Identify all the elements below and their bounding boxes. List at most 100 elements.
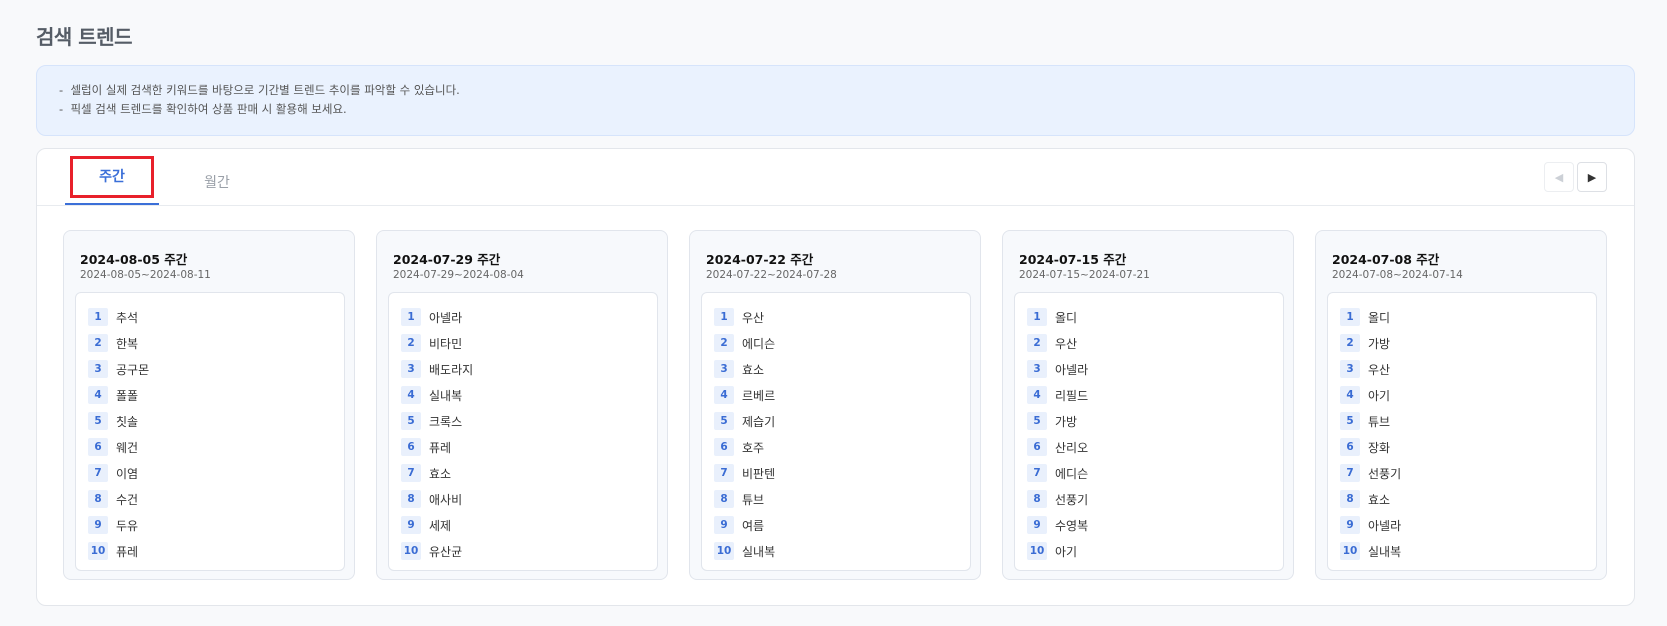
keyword-rank-item[interactable]: 3 아넬라 <box>1027 356 1271 382</box>
keyword-rank-item[interactable]: 1 우산 <box>714 304 958 330</box>
keyword-label: 산리오 <box>1055 440 1089 455</box>
keyword-rank-item[interactable]: 10 실내복 <box>1340 538 1584 564</box>
keyword-label: 리필드 <box>1055 388 1089 403</box>
rank-number-badge: 4 <box>88 386 108 404</box>
keyword-rank-item[interactable]: 8 애사비 <box>401 486 645 512</box>
keyword-rank-item[interactable]: 3 효소 <box>714 356 958 382</box>
tab-monthly[interactable]: 월간 <box>187 159 247 205</box>
rank-number-badge: 4 <box>1340 386 1360 404</box>
keyword-label: 효소 <box>742 362 765 377</box>
keyword-rank-item[interactable]: 7 효소 <box>401 460 645 486</box>
keyword-label: 장화 <box>1368 440 1391 455</box>
keyword-label: 아넬라 <box>429 310 463 325</box>
keyword-rank-item[interactable]: 5 튜브 <box>1340 408 1584 434</box>
tab-weekly[interactable]: 주간 <box>65 156 159 205</box>
keyword-rank-item[interactable]: 6 웨건 <box>88 434 332 460</box>
keyword-rank-item[interactable]: 1 아넬라 <box>401 304 645 330</box>
rank-number-badge: 1 <box>88 308 108 326</box>
keyword-rank-item[interactable]: 10 실내복 <box>714 538 958 564</box>
keyword-rank-item[interactable]: 6 퓨레 <box>401 434 645 460</box>
keyword-rank-item[interactable]: 6 장화 <box>1340 434 1584 460</box>
keyword-rank-item[interactable]: 7 에디슨 <box>1027 460 1271 486</box>
week-cards: 2024-08-05 주간 2024-08-05~2024-08-11 1 추석 2… <box>63 230 1607 580</box>
rank-number-badge: 10 <box>714 542 734 560</box>
keyword-label: 퓨레 <box>116 544 139 559</box>
keyword-rank-item[interactable]: 5 크록스 <box>401 408 645 434</box>
keyword-rank-item[interactable]: 4 폴폴 <box>88 382 332 408</box>
keyword-rank-item[interactable]: 2 에디슨 <box>714 330 958 356</box>
keyword-rank-item[interactable]: 6 호주 <box>714 434 958 460</box>
keyword-rank-item[interactable]: 9 수영복 <box>1027 512 1271 538</box>
keyword-rank-item[interactable]: 4 르베르 <box>714 382 958 408</box>
keyword-rank-item[interactable]: 7 비판텐 <box>714 460 958 486</box>
keyword-rank-item[interactable]: 5 가방 <box>1027 408 1271 434</box>
keyword-rank-item[interactable]: 9 두유 <box>88 512 332 538</box>
keyword-rank-item[interactable]: 4 리필드 <box>1027 382 1271 408</box>
keyword-rank-item[interactable]: 8 효소 <box>1340 486 1584 512</box>
rank-number-badge: 3 <box>88 360 108 378</box>
rank-number-badge: 10 <box>1027 542 1047 560</box>
rank-number-badge: 6 <box>401 438 421 456</box>
keyword-label: 실내복 <box>1368 544 1402 559</box>
keyword-rank-item[interactable]: 2 가방 <box>1340 330 1584 356</box>
keyword-rank-item[interactable]: 2 비타민 <box>401 330 645 356</box>
keyword-label: 에디슨 <box>742 336 776 351</box>
week-title: 2024-07-29 주간 <box>393 252 501 267</box>
keyword-rank-item[interactable]: 1 올디 <box>1027 304 1271 330</box>
prev-page-button[interactable]: ◀ <box>1544 162 1574 192</box>
rank-number-badge: 5 <box>401 412 421 430</box>
rank-number-badge: 9 <box>714 516 734 534</box>
keyword-rank-item[interactable]: 8 선풍기 <box>1027 486 1271 512</box>
keyword-rank-item[interactable]: 4 실내복 <box>401 382 645 408</box>
keyword-label: 비타민 <box>429 336 463 351</box>
keyword-rank-item[interactable]: 2 한복 <box>88 330 332 356</box>
keyword-rank-item[interactable]: 5 제습기 <box>714 408 958 434</box>
keyword-label: 퓨레 <box>429 440 452 455</box>
rank-number-badge: 6 <box>714 438 734 456</box>
triangle-left-icon: ◀ <box>1554 170 1564 184</box>
keyword-rank-item[interactable]: 8 튜브 <box>714 486 958 512</box>
keyword-label: 아기 <box>1368 388 1391 403</box>
notice-box: 셀럽이 실제 검색한 키워드를 바탕으로 기간별 트렌드 추이를 파악할 수 있… <box>36 65 1635 136</box>
keyword-rank-item[interactable]: 8 수건 <box>88 486 332 512</box>
keyword-label: 이염 <box>116 466 139 481</box>
keyword-rank-item[interactable]: 5 칫솔 <box>88 408 332 434</box>
keyword-rank-item[interactable]: 10 퓨레 <box>88 538 332 564</box>
keyword-rank-item[interactable]: 9 세제 <box>401 512 645 538</box>
keyword-rank-item[interactable]: 3 우산 <box>1340 356 1584 382</box>
keyword-label: 수건 <box>116 492 139 507</box>
page-title: 검색 트렌드 <box>36 25 132 49</box>
keyword-rank-item[interactable]: 7 이염 <box>88 460 332 486</box>
keyword-rank-item[interactable]: 4 아기 <box>1340 382 1584 408</box>
trend-panel: 주간 월간 ◀ ▶ 2024-08-05 주간 2024-08-05~2024-… <box>36 148 1635 606</box>
keyword-rank-item[interactable]: 1 추석 <box>88 304 332 330</box>
keyword-label: 제습기 <box>742 414 776 429</box>
rank-number-badge: 3 <box>1027 360 1047 378</box>
keyword-rank-item[interactable]: 3 배도라지 <box>401 356 645 382</box>
rank-number-badge: 1 <box>1027 308 1047 326</box>
rank-number-badge: 1 <box>1340 308 1360 326</box>
keyword-rank-item[interactable]: 6 산리오 <box>1027 434 1271 460</box>
rank-number-badge: 3 <box>1340 360 1360 378</box>
keyword-rank-item[interactable]: 10 아기 <box>1027 538 1271 564</box>
keyword-rank-item[interactable]: 7 선풍기 <box>1340 460 1584 486</box>
keyword-rank-list: 1 올디 2 우산 3 아넬라 4 리필드 5 가방 6 산리오 7 에디슨 8 선풍기 9 수영복 10 아기 <box>1014 292 1284 571</box>
rank-number-badge: 2 <box>1340 334 1360 352</box>
rank-number-badge: 6 <box>1027 438 1047 456</box>
keyword-rank-item[interactable]: 3 공구몬 <box>88 356 332 382</box>
keyword-rank-list: 1 우산 2 에디슨 3 효소 4 르베르 5 제습기 6 호주 7 비판텐 8 튜브 9 여름 10 실내복 <box>701 292 971 571</box>
keyword-label: 가방 <box>1368 336 1391 351</box>
keyword-rank-item[interactable]: 9 아넬라 <box>1340 512 1584 538</box>
keyword-rank-item[interactable]: 2 우산 <box>1027 330 1271 356</box>
keyword-label: 칫솔 <box>116 414 139 429</box>
keyword-rank-item[interactable]: 9 여름 <box>714 512 958 538</box>
rank-number-badge: 8 <box>1027 490 1047 508</box>
rank-number-badge: 9 <box>1340 516 1360 534</box>
next-page-button[interactable]: ▶ <box>1577 162 1607 192</box>
rank-number-badge: 5 <box>88 412 108 430</box>
keyword-rank-item[interactable]: 1 올디 <box>1340 304 1584 330</box>
rank-number-badge: 10 <box>1340 542 1360 560</box>
keyword-label: 아넬라 <box>1055 362 1089 377</box>
keyword-rank-item[interactable]: 10 유산균 <box>401 538 645 564</box>
rank-number-badge: 5 <box>1340 412 1360 430</box>
